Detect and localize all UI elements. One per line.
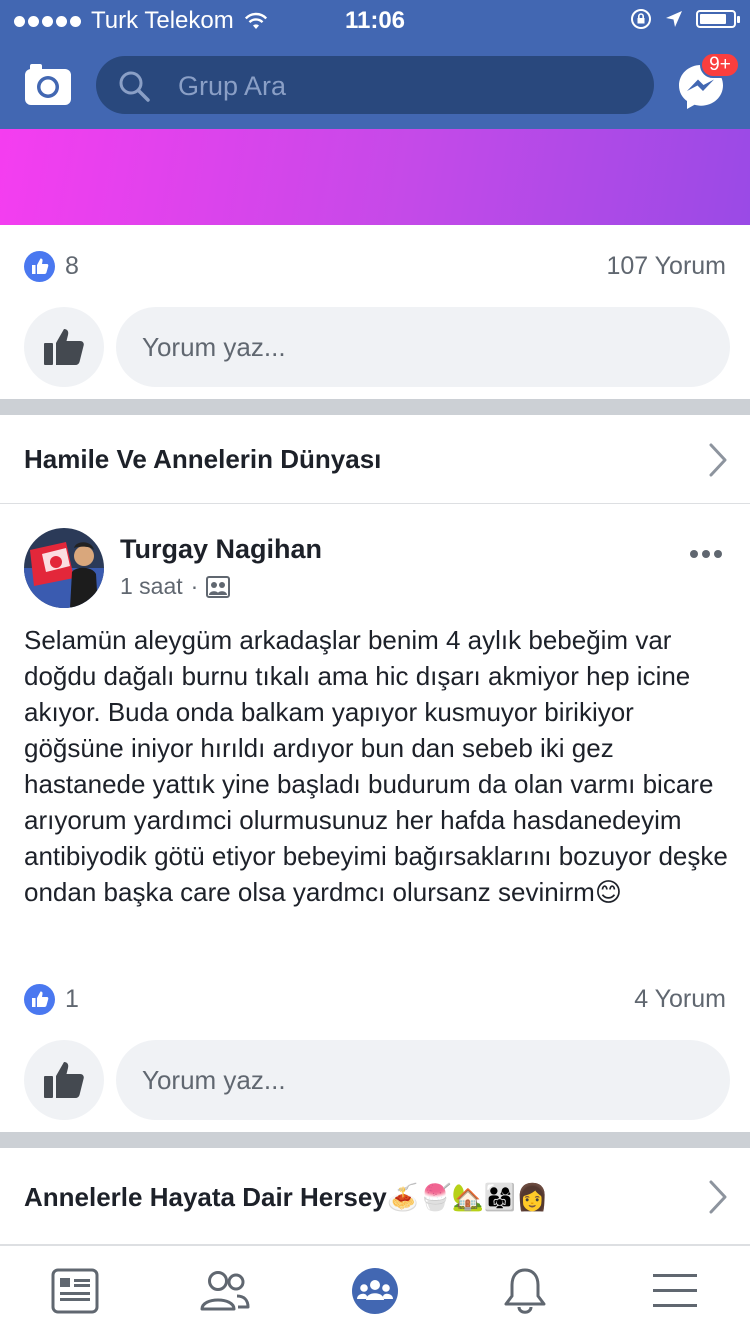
group-header-row[interactable]: Annelerle Hayata Dair Hersey🍝🍧🏡👨‍👩‍👧👩 (0, 1148, 750, 1245)
post1-comment-input[interactable]: Yorum yaz... (116, 307, 730, 387)
chevron-right-icon (709, 443, 727, 477)
rotation-lock-icon (631, 9, 651, 29)
like-reaction-icon (24, 250, 55, 282)
author-avatar[interactable] (24, 528, 104, 608)
post-options-button[interactable] (690, 544, 730, 564)
location-icon (666, 11, 682, 27)
post1-reactions-row: 8 107 Yorum (24, 246, 726, 286)
post2-comment-row: Yorum yaz... (24, 1040, 730, 1120)
post-body-text: Selamün aleygüm arkadaşlar benim 4 aylık… (24, 625, 728, 907)
meta-separator: · (190, 573, 199, 599)
groups-icon (352, 1267, 398, 1314)
tab-menu[interactable] (600, 1246, 750, 1335)
tab-friends[interactable] (150, 1246, 300, 1335)
group-title[interactable]: Annelerle Hayata Dair Hersey🍝🍧🏡👨‍👩‍👧👩 (24, 1182, 549, 1213)
group-title[interactable]: Hamile Ve Annelerin Dünyası (24, 444, 381, 475)
tab-notifications[interactable] (450, 1246, 600, 1335)
top-bar: Turk Telekom 11:06 Grup Ara 9+ (0, 0, 750, 129)
status-bar: Turk Telekom 11:06 (0, 0, 750, 40)
post1-comment-row: Yorum yaz... (24, 307, 730, 387)
post1-like-count: 8 (65, 251, 79, 280)
post1-like-summary[interactable]: 8 (24, 250, 79, 282)
section-separator (0, 1132, 750, 1148)
menu-icon (653, 1273, 697, 1307)
post2-comment-count[interactable]: 4 Yorum (634, 985, 726, 1014)
tab-news-feed[interactable] (0, 1246, 150, 1335)
group-header-row[interactable]: Hamile Ve Annelerin Dünyası (0, 415, 750, 504)
chevron-right-icon (709, 1180, 727, 1214)
post2-like-count: 1 (65, 984, 79, 1013)
post-background-banner (0, 129, 750, 225)
tab-groups[interactable] (300, 1246, 450, 1335)
camera-icon (25, 64, 71, 105)
post-meta: 1 saat · (120, 573, 231, 600)
thumbs-up-icon (44, 1062, 84, 1098)
search-icon (119, 71, 150, 102)
like-reaction-icon (24, 983, 55, 1015)
post2-comment-input[interactable]: Yorum yaz... (116, 1040, 730, 1120)
post1-comment-count[interactable]: 107 Yorum (606, 252, 726, 281)
post2-reactions-row: 1 4 Yorum (24, 979, 726, 1019)
camera-button[interactable] (24, 62, 72, 106)
post-author-name[interactable]: Turgay Nagihan (120, 534, 322, 565)
post2-like-button[interactable] (24, 1040, 104, 1120)
post-time[interactable]: 1 saat (120, 573, 183, 600)
notifications-icon (504, 1268, 546, 1314)
friends-icon (200, 1270, 250, 1310)
search-input[interactable] (176, 56, 640, 116)
search-bar[interactable] (96, 56, 654, 116)
messenger-badge: 9+ (700, 52, 740, 78)
group-privacy-icon (206, 575, 231, 598)
news-feed-icon (51, 1268, 99, 1313)
section-separator (0, 399, 750, 415)
post2-like-summary[interactable]: 1 (24, 983, 79, 1015)
battery-icon (696, 10, 740, 28)
post1-like-button[interactable] (24, 307, 104, 387)
more-dots-icon (690, 550, 698, 558)
status-right (630, 8, 740, 30)
thumbs-up-icon (44, 329, 84, 365)
bottom-tab-bar (0, 1245, 750, 1335)
